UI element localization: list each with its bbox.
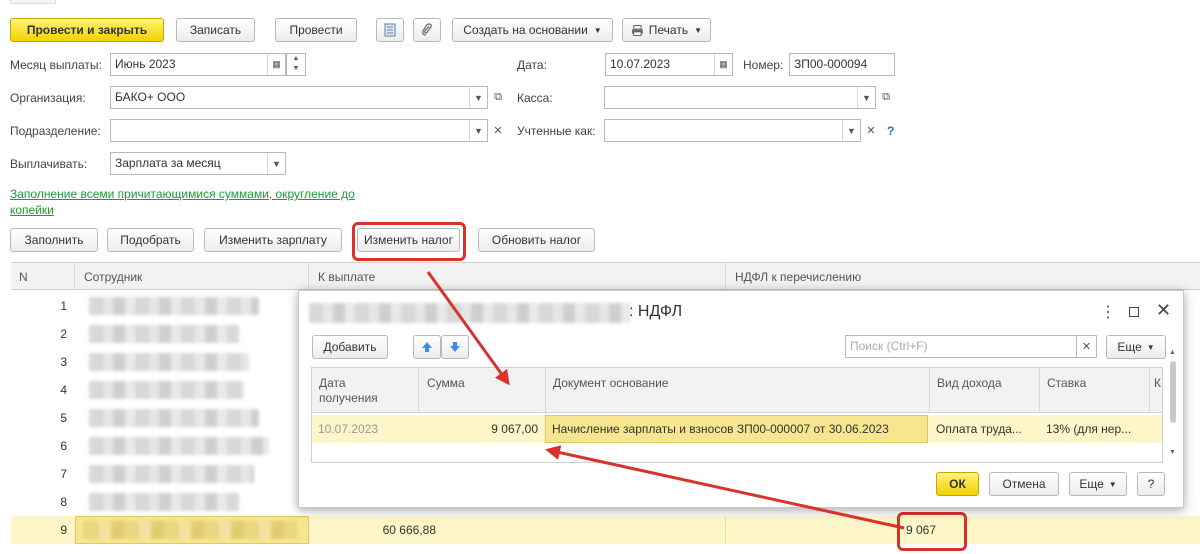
annotation-arrows <box>426 271 905 530</box>
arrow-from-ndfl <box>545 445 905 530</box>
arrow-to-sum <box>426 271 510 386</box>
